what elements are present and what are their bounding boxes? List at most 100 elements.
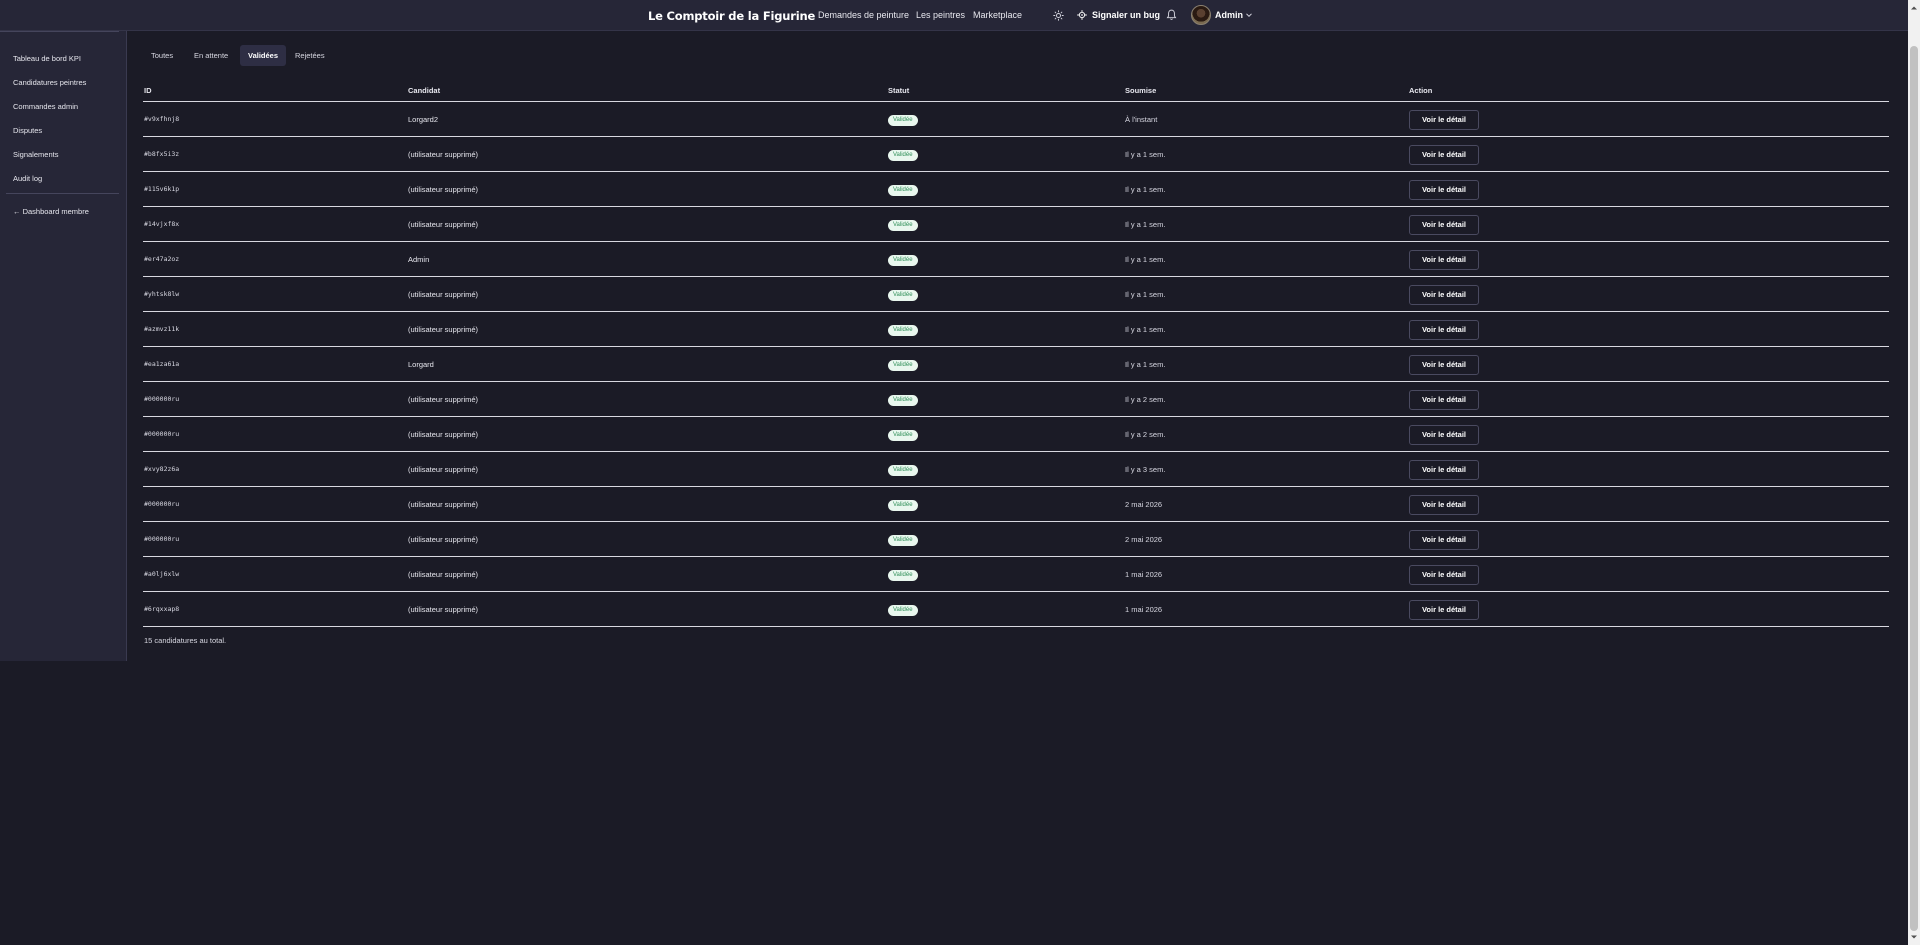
status-badge: Validée	[888, 255, 918, 266]
submitted-date: Il y a 1 sem.	[1125, 360, 1166, 369]
table-row: #ea1za61a Lorgard Validée Il y a 1 sem. Voir…	[143, 347, 1889, 382]
sidebar-item-commandes[interactable]: Commandes admin	[13, 102, 78, 111]
submitted-date: Il y a 1 sem.	[1125, 325, 1166, 334]
status-badge: Validée	[888, 535, 918, 546]
user-menu-label[interactable]: Admin	[1215, 10, 1243, 20]
tab-toutes[interactable]: Toutes	[143, 45, 181, 66]
tab-validees[interactable]: Validées	[240, 45, 287, 66]
application-id: #6rqxxap8	[144, 605, 180, 613]
table-row: #14vjxf8x (utilisateur supprimé) Validée Il…	[143, 207, 1889, 242]
sidebar-divider	[0, 31, 119, 32]
row-divider	[143, 626, 1889, 627]
application-id: #000000ru	[144, 500, 180, 508]
view-detail-button[interactable]: Voir le détail	[1409, 565, 1479, 585]
application-id: #azmvz11k	[144, 325, 180, 333]
notifications-bell-icon[interactable]	[1166, 9, 1177, 21]
view-detail-button[interactable]: Voir le détail	[1409, 530, 1479, 550]
column-header-statut: Statut	[888, 86, 910, 95]
scroll-down-arrow-icon[interactable]	[1910, 933, 1918, 941]
scrollbar-thumb[interactable]	[1910, 46, 1918, 931]
sidebar-item-candidatures[interactable]: Candidatures peintres	[13, 78, 86, 87]
application-id: #a0lj6xlw	[144, 570, 180, 578]
application-id: #xvy82z6a	[144, 465, 180, 473]
view-detail-button[interactable]: Voir le détail	[1409, 320, 1479, 340]
table-row: #yhtsk8lw (utilisateur supprimé) Validée Il…	[143, 277, 1889, 312]
view-detail-button[interactable]: Voir le détail	[1409, 145, 1479, 165]
candidate-name: (utilisateur supprimé)	[408, 570, 479, 579]
scroll-up-arrow-icon[interactable]	[1910, 4, 1918, 12]
table-row: #000000ru (utilisateur supprimé) Validée Il…	[143, 417, 1889, 452]
candidate-name: (utilisateur supprimé)	[408, 395, 479, 404]
table-row: #er47a2oz Admin Validée Il y a 1 sem. Voir l…	[143, 242, 1889, 277]
status-badge: Validée	[888, 220, 918, 231]
application-id: #14vjxf8x	[144, 220, 180, 228]
sidebar-item-disputes[interactable]: Disputes	[13, 126, 42, 135]
status-badge: Validée	[888, 465, 918, 476]
application-id: #ea1za61a	[144, 360, 180, 368]
column-header-id: ID	[144, 86, 152, 95]
submitted-date: Il y a 1 sem.	[1125, 150, 1166, 159]
submitted-date: 2 mai 2026	[1125, 535, 1163, 544]
view-detail-button[interactable]: Voir le détail	[1409, 600, 1479, 620]
report-bug-button[interactable]: Signaler un bug	[1077, 9, 1160, 21]
tab-rejetees[interactable]: Rejetées	[287, 45, 333, 66]
status-badge: Validée	[888, 325, 918, 336]
table-row: #000000ru (utilisateur supprimé) Validée 2 …	[143, 487, 1889, 522]
sidebar-back-link[interactable]: ← Dashboard membre	[13, 207, 89, 216]
column-header-action: Action	[1409, 86, 1433, 95]
sidebar-item-signalements[interactable]: Signalements	[13, 150, 58, 159]
candidate-name: (utilisateur supprimé)	[408, 430, 479, 439]
page-scrollbar[interactable]	[1908, 0, 1920, 945]
table-row: #b8fx5i3z (utilisateur supprimé) Validée Il…	[143, 137, 1889, 172]
status-badge: Validée	[888, 430, 918, 441]
view-detail-button[interactable]: Voir le détail	[1409, 390, 1479, 410]
view-detail-button[interactable]: Voir le détail	[1409, 180, 1479, 200]
column-header-candidat: Candidat	[408, 86, 441, 95]
view-detail-button[interactable]: Voir le détail	[1409, 425, 1479, 445]
application-id: #b8fx5i3z	[144, 150, 180, 158]
status-badge: Validée	[888, 150, 918, 161]
candidate-name: (utilisateur supprimé)	[408, 150, 479, 159]
submitted-date: Il y a 1 sem.	[1125, 220, 1166, 229]
candidate-name: (utilisateur supprimé)	[408, 185, 479, 194]
view-detail-button[interactable]: Voir le détail	[1409, 250, 1479, 270]
brand-logo[interactable]: Le Comptoir de la Figurine	[648, 9, 815, 23]
nav-link-peintres[interactable]: Les peintres	[916, 10, 965, 20]
view-detail-button[interactable]: Voir le détail	[1409, 460, 1479, 480]
column-header-soumise: Soumise	[1125, 86, 1157, 95]
candidate-name: (utilisateur supprimé)	[408, 290, 479, 299]
status-badge: Validée	[888, 290, 918, 301]
submitted-date: Il y a 3 sem.	[1125, 465, 1166, 474]
candidate-name: Admin	[408, 255, 430, 264]
theme-toggle-icon[interactable]	[1053, 10, 1064, 21]
tab-en-attente[interactable]: En attente	[186, 45, 236, 66]
nav-link-demandes[interactable]: Demandes de peinture	[818, 10, 909, 20]
report-bug-label: Signaler un bug	[1092, 10, 1161, 20]
candidate-name: (utilisateur supprimé)	[408, 220, 479, 229]
status-badge: Validée	[888, 360, 918, 371]
sidebar-item-audit-log[interactable]: Audit log	[13, 174, 42, 183]
candidate-name: Lorgard2	[408, 115, 439, 124]
admin-sidebar: Tableau de bord KPI Candidatures peintre…	[0, 31, 127, 661]
application-id: #000000ru	[144, 395, 180, 403]
application-id: #115v6k1p	[144, 185, 180, 193]
status-badge: Validée	[888, 395, 918, 406]
view-detail-button[interactable]: Voir le détail	[1409, 495, 1479, 515]
nav-link-marketplace[interactable]: Marketplace	[973, 10, 1022, 20]
candidate-name: (utilisateur supprimé)	[408, 325, 479, 334]
submitted-date: 1 mai 2026	[1125, 570, 1163, 579]
candidate-name: (utilisateur supprimé)	[408, 535, 479, 544]
status-badge: Validée	[888, 605, 918, 616]
sidebar-item-kpi[interactable]: Tableau de bord KPI	[13, 54, 81, 63]
application-id: #000000ru	[144, 430, 180, 438]
chevron-down-icon[interactable]	[1245, 11, 1253, 19]
view-detail-button[interactable]: Voir le détail	[1409, 110, 1479, 130]
user-avatar[interactable]	[1191, 5, 1211, 25]
view-detail-button[interactable]: Voir le détail	[1409, 215, 1479, 235]
total-count: 15 candidatures au total.	[144, 636, 227, 645]
candidate-name: (utilisateur supprimé)	[408, 465, 479, 474]
view-detail-button[interactable]: Voir le détail	[1409, 285, 1479, 305]
table-row: #115v6k1p (utilisateur supprimé) Validée Il…	[143, 172, 1889, 207]
submitted-date: À l'instant	[1125, 115, 1158, 124]
view-detail-button[interactable]: Voir le détail	[1409, 355, 1479, 375]
